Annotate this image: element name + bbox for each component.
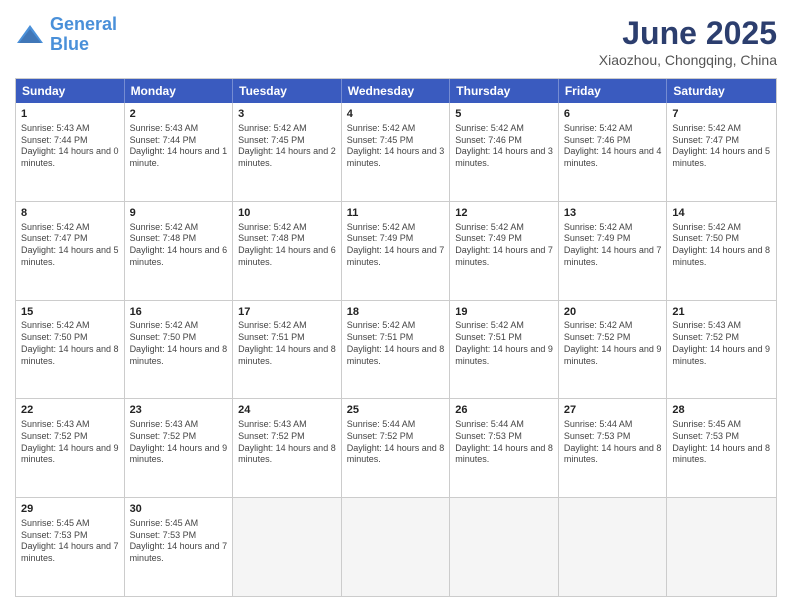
header-saturday: Saturday	[667, 79, 776, 103]
cell-5-fri-empty	[559, 498, 668, 596]
cell-4-wed: 25 Sunrise: 5:44 AMSunset: 7:52 PMDaylig…	[342, 399, 451, 497]
cell-4-thu: 26 Sunrise: 5:44 AMSunset: 7:53 PMDaylig…	[450, 399, 559, 497]
cell-3-fri: 20 Sunrise: 5:42 AMSunset: 7:52 PMDaylig…	[559, 301, 668, 399]
title-block: June 2025 Xiaozhou, Chongqing, China	[599, 15, 777, 68]
page: General Blue June 2025 Xiaozhou, Chongqi…	[0, 0, 792, 612]
cell-5-sun: 29 Sunrise: 5:45 AMSunset: 7:53 PMDaylig…	[16, 498, 125, 596]
cell-3-tue: 17 Sunrise: 5:42 AMSunset: 7:51 PMDaylig…	[233, 301, 342, 399]
cell-2-tue: 10 Sunrise: 5:42 AMSunset: 7:48 PMDaylig…	[233, 202, 342, 300]
logo-icon	[15, 23, 45, 47]
cell-4-sun: 22 Sunrise: 5:43 AMSunset: 7:52 PMDaylig…	[16, 399, 125, 497]
cell-5-mon: 30 Sunrise: 5:45 AMSunset: 7:53 PMDaylig…	[125, 498, 234, 596]
cell-1-fri: 6 Sunrise: 5:42 AMSunset: 7:46 PMDayligh…	[559, 103, 668, 201]
logo-text: General Blue	[50, 15, 117, 55]
cell-4-fri: 27 Sunrise: 5:44 AMSunset: 7:53 PMDaylig…	[559, 399, 668, 497]
header-sunday: Sunday	[16, 79, 125, 103]
subtitle: Xiaozhou, Chongqing, China	[599, 52, 777, 68]
cell-2-wed: 11 Sunrise: 5:42 AMSunset: 7:49 PMDaylig…	[342, 202, 451, 300]
cell-2-sat: 14 Sunrise: 5:42 AMSunset: 7:50 PMDaylig…	[667, 202, 776, 300]
week-row-4: 22 Sunrise: 5:43 AMSunset: 7:52 PMDaylig…	[16, 399, 776, 498]
header-friday: Friday	[559, 79, 668, 103]
cell-1-thu: 5 Sunrise: 5:42 AMSunset: 7:46 PMDayligh…	[450, 103, 559, 201]
header-tuesday: Tuesday	[233, 79, 342, 103]
cell-5-thu-empty	[450, 498, 559, 596]
week-row-1: 1 Sunrise: 5:43 AMSunset: 7:44 PMDayligh…	[16, 103, 776, 202]
cell-4-tue: 24 Sunrise: 5:43 AMSunset: 7:52 PMDaylig…	[233, 399, 342, 497]
cell-5-tue-empty	[233, 498, 342, 596]
cell-3-thu: 19 Sunrise: 5:42 AMSunset: 7:51 PMDaylig…	[450, 301, 559, 399]
cell-1-mon: 2 Sunrise: 5:43 AMSunset: 7:44 PMDayligh…	[125, 103, 234, 201]
week-row-5: 29 Sunrise: 5:45 AMSunset: 7:53 PMDaylig…	[16, 498, 776, 596]
calendar: Sunday Monday Tuesday Wednesday Thursday…	[15, 78, 777, 597]
cell-5-wed-empty	[342, 498, 451, 596]
cell-1-wed: 4 Sunrise: 5:42 AMSunset: 7:45 PMDayligh…	[342, 103, 451, 201]
cell-4-sat: 28 Sunrise: 5:45 AMSunset: 7:53 PMDaylig…	[667, 399, 776, 497]
cell-3-sun: 15 Sunrise: 5:42 AMSunset: 7:50 PMDaylig…	[16, 301, 125, 399]
cell-1-tue: 3 Sunrise: 5:42 AMSunset: 7:45 PMDayligh…	[233, 103, 342, 201]
calendar-body: 1 Sunrise: 5:43 AMSunset: 7:44 PMDayligh…	[16, 103, 776, 596]
header: General Blue June 2025 Xiaozhou, Chongqi…	[15, 15, 777, 68]
cell-2-sun: 8 Sunrise: 5:42 AMSunset: 7:47 PMDayligh…	[16, 202, 125, 300]
main-title: June 2025	[599, 15, 777, 52]
cell-1-sun: 1 Sunrise: 5:43 AMSunset: 7:44 PMDayligh…	[16, 103, 125, 201]
week-row-3: 15 Sunrise: 5:42 AMSunset: 7:50 PMDaylig…	[16, 301, 776, 400]
header-thursday: Thursday	[450, 79, 559, 103]
cell-5-sat-empty	[667, 498, 776, 596]
logo-line1: General	[50, 14, 117, 34]
cell-3-mon: 16 Sunrise: 5:42 AMSunset: 7:50 PMDaylig…	[125, 301, 234, 399]
week-row-2: 8 Sunrise: 5:42 AMSunset: 7:47 PMDayligh…	[16, 202, 776, 301]
calendar-header: Sunday Monday Tuesday Wednesday Thursday…	[16, 79, 776, 103]
cell-4-mon: 23 Sunrise: 5:43 AMSunset: 7:52 PMDaylig…	[125, 399, 234, 497]
cell-3-wed: 18 Sunrise: 5:42 AMSunset: 7:51 PMDaylig…	[342, 301, 451, 399]
logo-line2: Blue	[50, 34, 89, 54]
header-wednesday: Wednesday	[342, 79, 451, 103]
cell-3-sat: 21 Sunrise: 5:43 AMSunset: 7:52 PMDaylig…	[667, 301, 776, 399]
cell-2-mon: 9 Sunrise: 5:42 AMSunset: 7:48 PMDayligh…	[125, 202, 234, 300]
logo: General Blue	[15, 15, 117, 55]
cell-2-thu: 12 Sunrise: 5:42 AMSunset: 7:49 PMDaylig…	[450, 202, 559, 300]
cell-1-sat: 7 Sunrise: 5:42 AMSunset: 7:47 PMDayligh…	[667, 103, 776, 201]
cell-2-fri: 13 Sunrise: 5:42 AMSunset: 7:49 PMDaylig…	[559, 202, 668, 300]
header-monday: Monday	[125, 79, 234, 103]
